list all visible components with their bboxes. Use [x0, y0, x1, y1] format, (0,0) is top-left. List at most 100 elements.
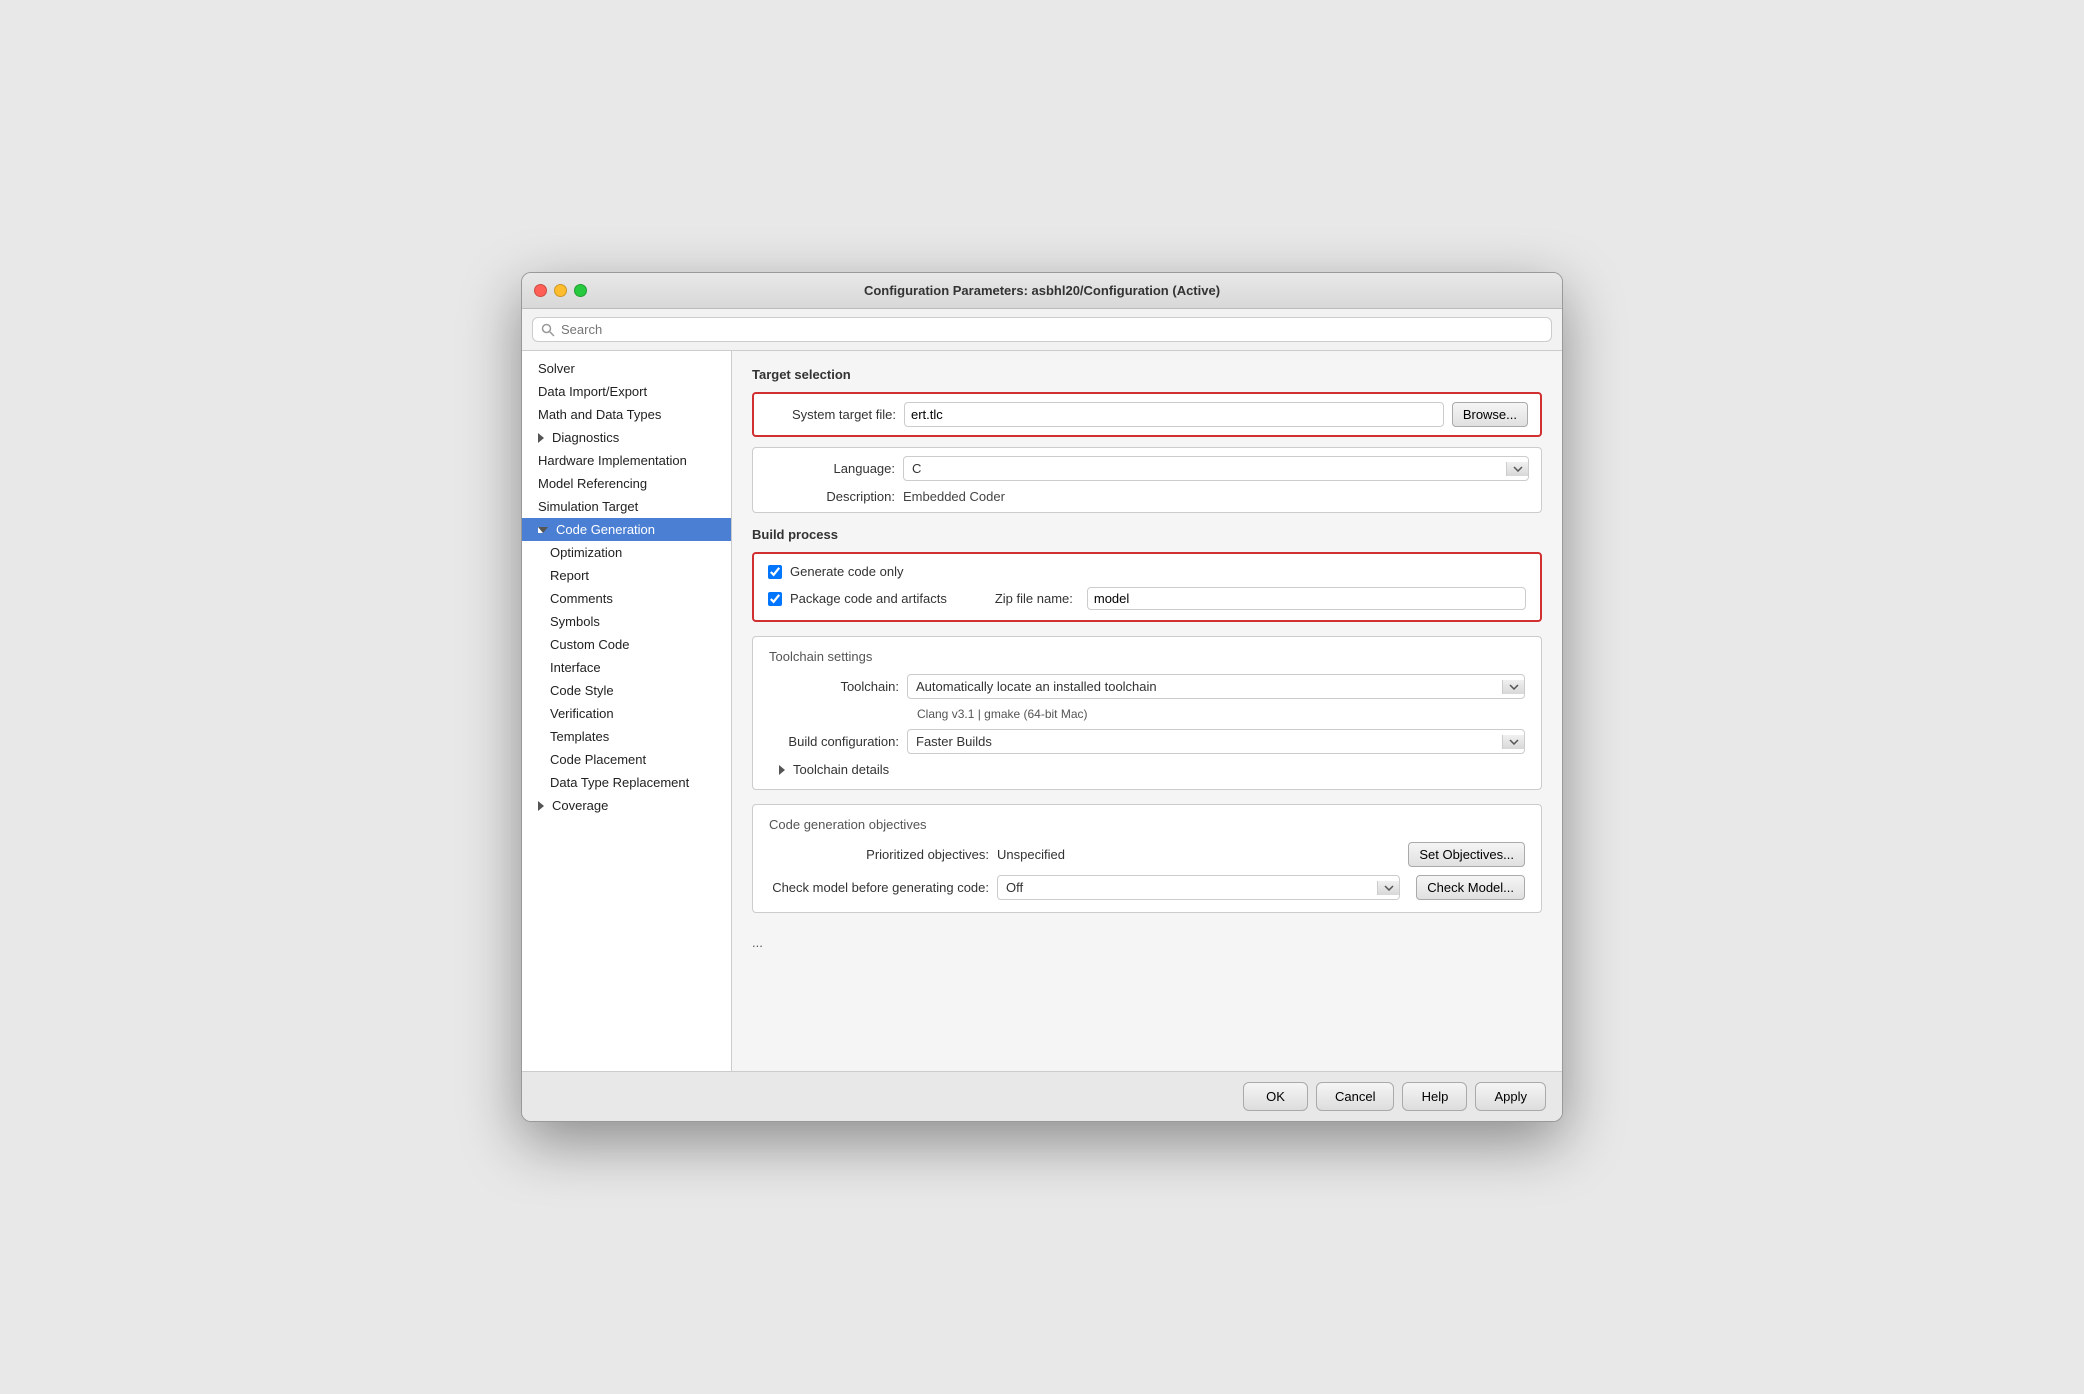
generate-code-checkbox[interactable] — [768, 565, 782, 579]
browse-button[interactable]: Browse... — [1452, 402, 1528, 427]
build-process-header: Build process — [752, 527, 1542, 542]
toolchain-select-wrap: Automatically locate an installed toolch… — [907, 674, 1525, 699]
toolchain-dropdown-btn[interactable] — [1502, 680, 1524, 694]
sidebar-item-model-referencing[interactable]: Model Referencing — [522, 472, 731, 495]
toolchain-value: Automatically locate an installed toolch… — [908, 675, 1502, 698]
sidebar-item-coverage[interactable]: Coverage — [522, 794, 731, 817]
sidebar-item-label: Code Style — [550, 683, 614, 698]
chevron-down-icon — [1384, 885, 1394, 891]
window-controls — [534, 284, 587, 297]
sidebar-item-custom-code[interactable]: Custom Code — [522, 633, 731, 656]
description-label: Description: — [765, 489, 895, 504]
ellipsis-text: ... — [752, 927, 1542, 958]
check-model-button[interactable]: Check Model... — [1416, 875, 1525, 900]
close-button[interactable] — [534, 284, 547, 297]
build-config-select-wrap: Faster Builds — [907, 729, 1525, 754]
sidebar-item-label: Diagnostics — [552, 430, 619, 445]
check-model-value: Off — [998, 876, 1377, 899]
toolchain-settings-section: Toolchain settings Toolchain: Automatica… — [752, 636, 1542, 790]
zip-file-input[interactable] — [1087, 587, 1526, 610]
sidebar-item-solver[interactable]: Solver — [522, 357, 731, 380]
package-code-label: Package code and artifacts — [790, 591, 947, 606]
ok-button[interactable]: OK — [1243, 1082, 1308, 1111]
check-model-dropdown-btn[interactable] — [1377, 881, 1399, 895]
sidebar-item-label: Interface — [550, 660, 601, 675]
sidebar-item-symbols[interactable]: Symbols — [522, 610, 731, 633]
sidebar-item-label: Templates — [550, 729, 609, 744]
language-select-wrap: C — [903, 456, 1529, 481]
sidebar-item-label: Coverage — [552, 798, 608, 813]
sidebar-item-optimization[interactable]: Optimization — [522, 541, 731, 564]
check-model-label: Check model before generating code: — [769, 880, 989, 895]
check-model-select-wrap: Off — [997, 875, 1400, 900]
chevron-down-icon — [1513, 466, 1523, 472]
sidebar-item-label: Symbols — [550, 614, 600, 629]
package-code-row: Package code and artifacts Zip file name… — [768, 587, 1526, 610]
cancel-button[interactable]: Cancel — [1316, 1082, 1394, 1111]
sidebar-item-label: Data Type Replacement — [550, 775, 689, 790]
system-target-section: System target file: Browse... — [752, 392, 1542, 437]
code-gen-objectives-section: Code generation objectives Prioritized o… — [752, 804, 1542, 913]
triangle-right-icon — [538, 801, 544, 811]
sidebar-item-label: Custom Code — [550, 637, 629, 652]
description-value: Embedded Coder — [903, 489, 1005, 504]
triangle-right-icon — [779, 765, 785, 775]
apply-button[interactable]: Apply — [1475, 1082, 1546, 1111]
main-window: Configuration Parameters: asbhl20/Config… — [521, 272, 1563, 1122]
sidebar-item-label: Code Placement — [550, 752, 646, 767]
sidebar-item-hardware-impl[interactable]: Hardware Implementation — [522, 449, 731, 472]
chevron-down-icon — [1509, 684, 1519, 690]
sidebar-item-code-placement[interactable]: Code Placement — [522, 748, 731, 771]
sidebar-item-label: Math and Data Types — [538, 407, 661, 422]
sidebar-item-code-style[interactable]: Code Style — [522, 679, 731, 702]
sidebar-item-code-generation[interactable]: Code Generation — [522, 518, 731, 541]
sidebar-item-templates[interactable]: Templates — [522, 725, 731, 748]
sidebar-item-data-type-replacement[interactable]: Data Type Replacement — [522, 771, 731, 794]
sidebar-item-math-data-types[interactable]: Math and Data Types — [522, 403, 731, 426]
build-config-label: Build configuration: — [769, 734, 899, 749]
target-selection-header: Target selection — [752, 367, 1542, 382]
sidebar-item-diagnostics[interactable]: Diagnostics — [522, 426, 731, 449]
sidebar-item-report[interactable]: Report — [522, 564, 731, 587]
sidebar-item-label: Model Referencing — [538, 476, 647, 491]
zip-file-label: Zip file name: — [995, 591, 1073, 606]
toolchain-details-row[interactable]: Toolchain details — [769, 762, 1525, 777]
minimize-button[interactable] — [554, 284, 567, 297]
build-process-section: Generate code only Package code and arti… — [752, 552, 1542, 622]
content-area: Target selection System target file: Bro… — [732, 351, 1562, 1071]
language-dropdown-btn[interactable] — [1506, 462, 1528, 476]
check-model-row: Check model before generating code: Off … — [769, 875, 1525, 900]
system-target-input[interactable] — [904, 402, 1444, 427]
prioritized-value: Unspecified — [997, 847, 1400, 862]
build-config-dropdown-btn[interactable] — [1502, 735, 1524, 749]
titlebar: Configuration Parameters: asbhl20/Config… — [522, 273, 1562, 309]
triangle-right-icon — [538, 433, 544, 443]
sidebar-item-label: Comments — [550, 591, 613, 606]
language-value: C — [904, 457, 1506, 480]
sidebar-item-label: Data Import/Export — [538, 384, 647, 399]
sidebar-item-comments[interactable]: Comments — [522, 587, 731, 610]
system-target-label: System target file: — [766, 407, 896, 422]
sidebar-item-label: Optimization — [550, 545, 622, 560]
sidebar-item-interface[interactable]: Interface — [522, 656, 731, 679]
generate-code-label: Generate code only — [790, 564, 903, 579]
code-gen-objectives-header: Code generation objectives — [769, 817, 1525, 832]
toolchain-row: Toolchain: Automatically locate an insta… — [769, 674, 1525, 699]
sidebar-item-verification[interactable]: Verification — [522, 702, 731, 725]
maximize-button[interactable] — [574, 284, 587, 297]
description-row: Description: Embedded Coder — [765, 489, 1529, 504]
sidebar-item-label: Hardware Implementation — [538, 453, 687, 468]
help-button[interactable]: Help — [1402, 1082, 1467, 1111]
sidebar-item-data-import-export[interactable]: Data Import/Export — [522, 380, 731, 403]
sidebar-item-simulation-target[interactable]: Simulation Target — [522, 495, 731, 518]
prioritized-row: Prioritized objectives: Unspecified Set … — [769, 842, 1525, 867]
search-icon — [541, 323, 555, 337]
package-code-checkbox[interactable] — [768, 592, 782, 606]
sidebar-item-label: Code Generation — [556, 522, 655, 537]
sidebar-item-label: Solver — [538, 361, 575, 376]
sidebar: Solver Data Import/Export Math and Data … — [522, 351, 732, 1071]
main-content: Solver Data Import/Export Math and Data … — [522, 351, 1562, 1071]
set-objectives-button[interactable]: Set Objectives... — [1408, 842, 1525, 867]
window-title: Configuration Parameters: asbhl20/Config… — [864, 283, 1220, 298]
search-input[interactable] — [561, 322, 1543, 337]
